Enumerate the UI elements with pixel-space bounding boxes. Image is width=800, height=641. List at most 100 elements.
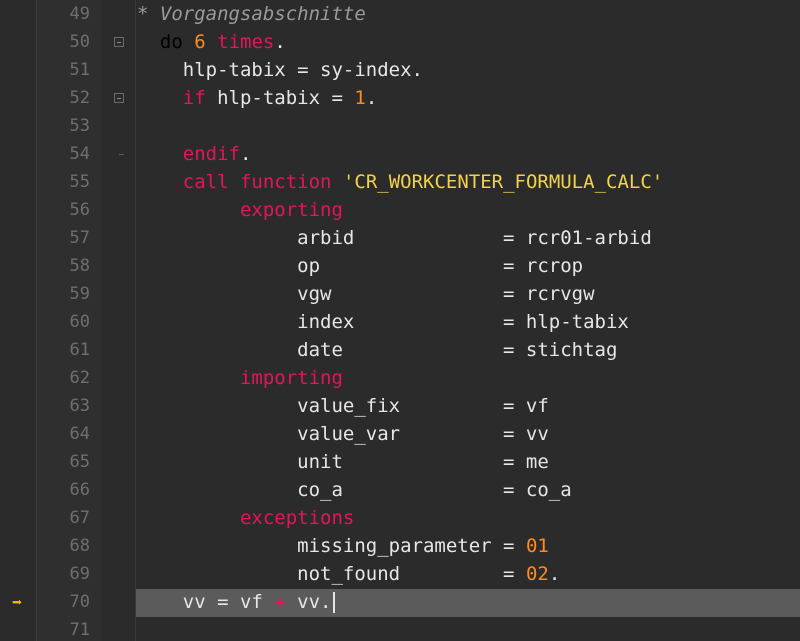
code-token-plain: missing_parameter = xyxy=(137,535,526,557)
code-text[interactable]: vv = vf + vv. xyxy=(137,591,335,613)
line-number: 51 xyxy=(69,60,90,80)
code-token-comment: * Vorgangsabschnitte xyxy=(137,3,366,25)
code-text[interactable]: * Vorgangsabschnitte xyxy=(137,3,366,25)
code-token-kw2: endif xyxy=(182,143,240,165)
code-token-str: 'CR_WORKCENTER_FORMULA_CALC' xyxy=(342,171,664,193)
code-line[interactable]: 59 vgw = rcrvgw xyxy=(0,281,800,309)
code-token-plain: value_fix = vf xyxy=(137,395,549,417)
code-text[interactable]: exporting xyxy=(137,199,343,221)
code-line[interactable]: 69 not_found = 02. xyxy=(0,561,800,589)
code-text[interactable]: endif. xyxy=(137,143,252,165)
code-line[interactable]: ➡ 70 vv = vf + vv. xyxy=(0,589,800,617)
code-token-num: 01 xyxy=(525,535,549,557)
line-number: 58 xyxy=(69,256,90,276)
code-token-plain: . xyxy=(274,31,286,53)
line-number: 57 xyxy=(69,228,90,248)
line-number: 54 xyxy=(69,144,90,164)
text-cursor xyxy=(332,592,335,613)
line-number: 61 xyxy=(69,340,90,360)
code-text[interactable]: importing xyxy=(137,367,343,389)
code-token-kw2: times xyxy=(217,31,275,53)
code-token-kw2: importing xyxy=(239,367,343,389)
code-token-plain: hlp-tabix = sy-index. xyxy=(137,59,423,81)
code-token-plain: op = rcrop xyxy=(137,255,584,277)
line-number: 52 xyxy=(69,88,90,108)
code-text[interactable]: index = hlp-tabix xyxy=(137,311,629,333)
code-line[interactable]: 57 arbid = rcr01-arbid xyxy=(0,225,800,253)
code-text[interactable]: hlp-tabix = sy-index. xyxy=(137,59,423,81)
code-token-plain: index = hlp-tabix xyxy=(137,311,629,333)
code-line[interactable]: 67 exceptions xyxy=(0,505,800,533)
code-text[interactable]: if hlp-tabix = 1. xyxy=(137,87,378,109)
code-line[interactable]: 64 value_var = vv xyxy=(0,421,800,449)
line-number: 67 xyxy=(69,508,90,528)
fold-toggle-icon[interactable] xyxy=(114,93,124,103)
code-line[interactable]: 49 * Vorgangsabschnitte xyxy=(0,1,800,29)
code-text[interactable]: exceptions xyxy=(137,507,354,529)
code-text[interactable]: do 6 times. xyxy=(137,31,286,53)
code-token-num: 6 xyxy=(194,31,206,53)
code-text[interactable]: missing_parameter = 01 xyxy=(137,535,549,557)
code-text[interactable]: co_a = co_a xyxy=(137,479,572,501)
code-line[interactable]: 53 xyxy=(0,113,800,141)
code-text[interactable]: value_fix = vf xyxy=(137,395,549,417)
line-number: 56 xyxy=(69,200,90,220)
code-line[interactable]: 71 xyxy=(0,617,800,641)
code-text[interactable]: unit = me xyxy=(137,451,549,473)
line-number: 59 xyxy=(69,284,90,304)
code-token-plain: value_var = vv xyxy=(137,423,549,445)
code-text[interactable]: not_found = 02. xyxy=(137,563,560,585)
line-number: 55 xyxy=(69,172,90,192)
code-line[interactable]: 55 call function 'CR_WORKCENTER_FORMULA_… xyxy=(0,169,800,197)
code-token-plain: . xyxy=(239,143,252,165)
code-token-plain: co_a = co_a xyxy=(137,479,572,501)
code-line[interactable]: 56 exporting xyxy=(0,197,800,225)
code-line[interactable]: 61 date = stichtag xyxy=(0,337,800,365)
line-number: 50 xyxy=(69,32,90,52)
code-line[interactable]: 51 hlp-tabix = sy-index. xyxy=(0,57,800,85)
code-token-kw2: + xyxy=(274,591,286,613)
code-line[interactable]: 68 missing_parameter = 01 xyxy=(0,533,800,561)
line-number: 70 xyxy=(69,592,90,612)
code-line[interactable]: 54 endif. xyxy=(0,141,800,169)
code-line[interactable]: 65 unit = me xyxy=(0,449,800,477)
code-line[interactable]: 58 op = rcrop xyxy=(0,253,800,281)
code-text[interactable]: op = rcrop xyxy=(137,255,583,277)
line-number: 62 xyxy=(69,368,90,388)
code-line[interactable]: 50 do 6 times. xyxy=(0,29,800,57)
line-number: 65 xyxy=(69,452,90,472)
code-text[interactable]: call function 'CR_WORKCENTER_FORMULA_CAL… xyxy=(137,171,663,193)
code-line[interactable]: 63 value_fix = vf xyxy=(0,393,800,421)
code-token-plain: . xyxy=(365,87,378,109)
code-token-num: 1 xyxy=(354,87,366,109)
current-line-arrow-icon: ➡ xyxy=(12,593,23,613)
code-text[interactable]: vgw = rcrvgw xyxy=(137,283,594,305)
code-editor[interactable]: 49 * Vorgangsabschnitte 50 do 6 times. 51 h… xyxy=(0,0,800,641)
code-token-kw: do xyxy=(159,31,183,53)
code-token-plain: vv. xyxy=(285,591,332,613)
code-token-plain: unit = me xyxy=(137,451,549,473)
code-line[interactable]: 66 co_a = co_a xyxy=(0,477,800,505)
code-token-kw2: call function xyxy=(182,171,332,193)
code-text[interactable]: date = stichtag xyxy=(137,339,617,361)
code-text[interactable]: arbid = rcr01-arbid xyxy=(137,227,652,249)
fold-toggle-icon[interactable] xyxy=(114,37,124,47)
line-number: 63 xyxy=(69,396,90,416)
code-token-kw2: if xyxy=(182,87,206,109)
code-line[interactable]: 52 if hlp-tabix = 1. xyxy=(0,85,800,113)
code-line[interactable]: 62 importing xyxy=(0,365,800,393)
line-number: 53 xyxy=(69,116,90,136)
code-text[interactable]: value_var = vv xyxy=(137,423,549,445)
fold-end-marker xyxy=(119,154,124,155)
code-line[interactable]: 60 index = hlp-tabix xyxy=(0,309,800,337)
code-token-plain: . xyxy=(548,563,561,585)
code-token-num: 02 xyxy=(525,563,549,585)
line-number: 49 xyxy=(69,4,90,24)
